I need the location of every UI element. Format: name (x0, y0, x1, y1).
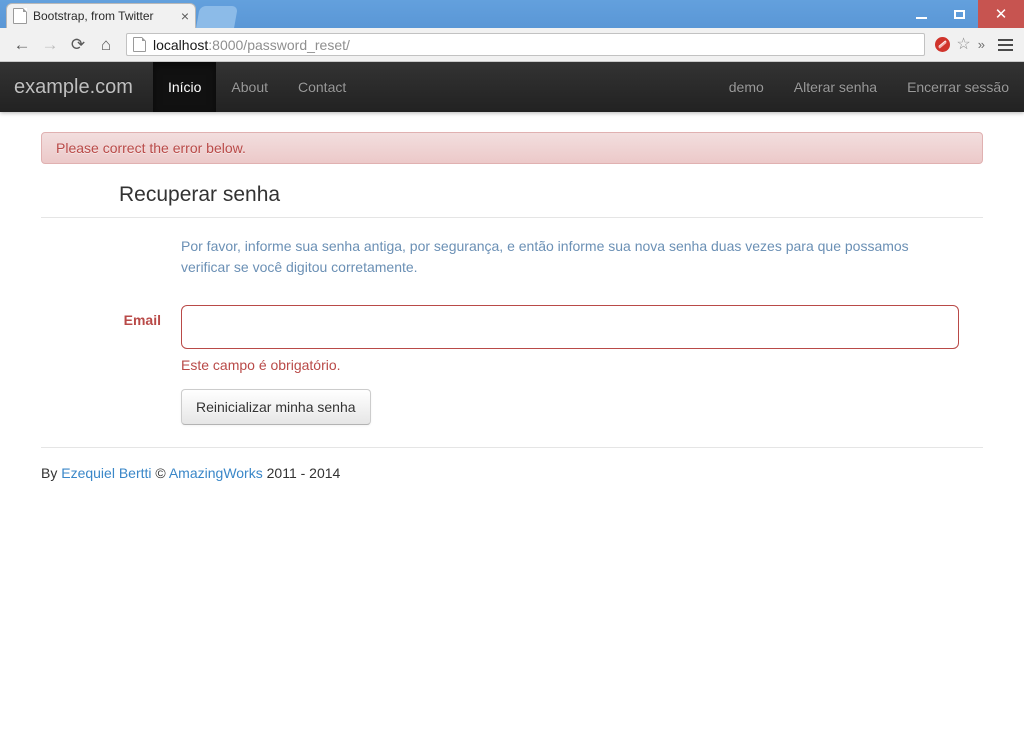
nav-item-inicio[interactable]: Início (152, 62, 217, 112)
footer-prefix: By (41, 465, 62, 481)
url-host: localhost (153, 36, 209, 53)
navbar-brand[interactable]: example.com (0, 62, 153, 112)
browser-tab[interactable]: Bootstrap, from Twitter × (6, 3, 196, 28)
form-actions: Reinicializar minha senha (41, 389, 983, 425)
footer-company-link[interactable]: AmazingWorks (169, 465, 263, 481)
navbar-nav-left: Início About Contact (152, 62, 361, 112)
actions-controls: Reinicializar minha senha (181, 389, 983, 425)
browser-toolbar: ← → ⟳ ⌂ localhost:8000/password_reset/ ☆… (0, 28, 1024, 62)
email-field-group: Email Este campo é obrigatório. (41, 305, 983, 375)
bookmark-star-icon[interactable]: ☆ (956, 36, 970, 53)
new-tab-button[interactable] (196, 6, 238, 28)
password-reset-form: Recuperar senha Por favor, informe sua s… (41, 182, 983, 425)
window-controls: ✕ (902, 0, 1024, 28)
page-viewport: example.com Início About Contact demo Al… (0, 62, 1024, 738)
minimize-button[interactable] (902, 0, 940, 28)
error-alert: Please correct the error below. (41, 132, 983, 164)
site-navbar: example.com Início About Contact demo Al… (0, 62, 1024, 112)
submit-button[interactable]: Reinicializar minha senha (181, 389, 371, 425)
page-title: Recuperar senha (41, 182, 983, 218)
page-container: Please correct the error below. Recupera… (41, 112, 983, 483)
form-help-row: Por favor, informe sua senha antiga, por… (41, 236, 983, 287)
alert-message: Please correct the error below. (56, 140, 246, 156)
page-footer: By Ezequiel Bertti © AmazingWorks 2011 -… (41, 447, 983, 483)
nav-item-encerrar-sessao[interactable]: Encerrar sessão (892, 62, 1024, 112)
home-icon[interactable]: ⌂ (92, 32, 120, 58)
blocked-content-icon[interactable] (935, 37, 951, 52)
close-window-button[interactable]: ✕ (978, 0, 1024, 28)
browser-titlebar: Bootstrap, from Twitter × ✕ (0, 0, 1024, 28)
navbar-nav-right: demo Alterar senha Encerrar sessão (714, 62, 1024, 112)
nav-item-about[interactable]: About (216, 62, 283, 112)
form-help-text: Por favor, informe sua senha antiga, por… (181, 238, 909, 275)
nav-item-alterar-senha[interactable]: Alterar senha (779, 62, 892, 112)
url-text: localhost:8000/password_reset/ (153, 37, 350, 53)
footer-copyright-symbol: © (151, 465, 169, 481)
browser-window: Bootstrap, from Twitter × ✕ ← → ⟳ ⌂ loca… (0, 0, 1024, 738)
nav-item-contact[interactable]: Contact (283, 62, 361, 112)
email-controls: Este campo é obrigatório. (181, 305, 983, 375)
reload-icon[interactable]: ⟳ (64, 32, 92, 58)
nav-item-demo[interactable]: demo (714, 62, 779, 112)
address-bar[interactable]: localhost:8000/password_reset/ (126, 33, 926, 56)
actions-spacer (41, 389, 181, 425)
chevron-double-right-icon[interactable]: » (971, 37, 992, 52)
hamburger-menu-icon[interactable] (994, 34, 1016, 56)
forward-icon[interactable]: → (36, 32, 64, 58)
close-icon[interactable]: × (181, 9, 189, 23)
email-error-message: Este campo é obrigatório. (181, 357, 341, 373)
tab-title: Bootstrap, from Twitter (33, 9, 154, 23)
footer-author-link[interactable]: Ezequiel Bertti (61, 465, 151, 481)
footer-years: 2011 - 2014 (262, 465, 341, 481)
page-icon (13, 8, 27, 24)
url-path: :8000/password_reset/ (208, 36, 350, 53)
help-controls: Por favor, informe sua senha antiga, por… (181, 236, 983, 287)
back-icon[interactable]: ← (8, 32, 36, 58)
page-icon (133, 37, 146, 52)
help-spacer (41, 236, 181, 287)
email-label: Email (123, 312, 161, 328)
maximize-button[interactable] (940, 0, 978, 28)
email-input[interactable] (181, 305, 959, 349)
